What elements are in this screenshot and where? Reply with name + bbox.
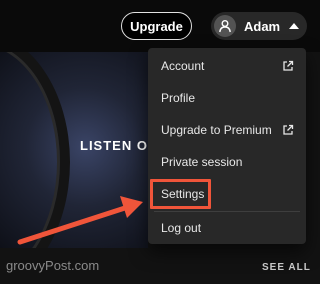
see-all-link[interactable]: SEE ALL (262, 262, 311, 273)
arrow-icon (17, 196, 143, 245)
watermark: groovyPost.com (6, 258, 100, 273)
